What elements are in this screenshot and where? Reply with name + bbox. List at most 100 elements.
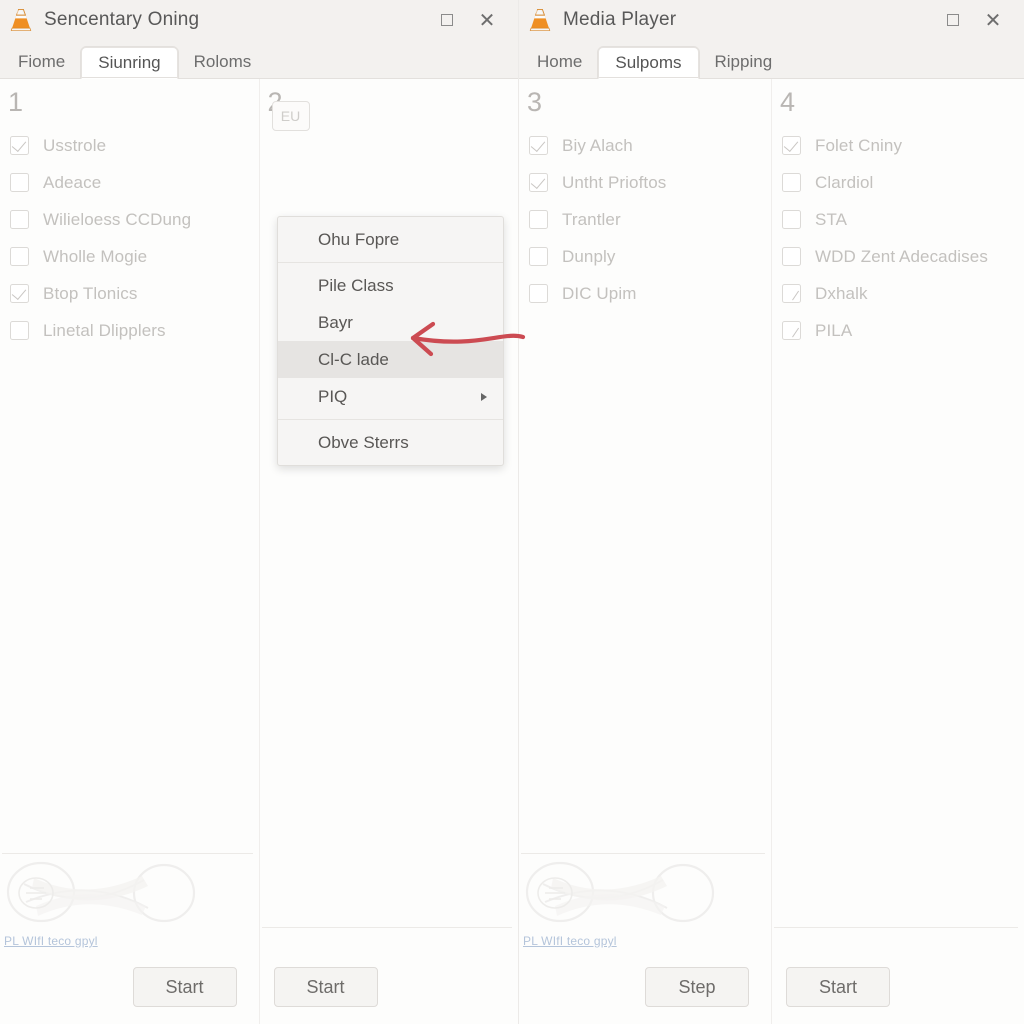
menu-item-clc-lade[interactable]: Cl-C lade bbox=[278, 341, 503, 378]
step-button[interactable]: Step bbox=[645, 967, 749, 1007]
checkbox-icon[interactable] bbox=[10, 210, 29, 229]
footer-spacer bbox=[772, 928, 1024, 950]
start-button[interactable]: Start bbox=[786, 967, 890, 1007]
checkbox-icon[interactable] bbox=[10, 247, 29, 266]
window-sencentary-oning: Sencentary Oning ✕ Fiome Siunring Roloms… bbox=[0, 0, 526, 1024]
checkbox-icon[interactable] bbox=[782, 247, 801, 266]
checkbox-label: Adeace bbox=[43, 172, 102, 192]
tab-roloms[interactable]: Roloms bbox=[178, 46, 268, 78]
checkbox-row[interactable]: Adeace bbox=[10, 164, 259, 201]
menu-item-pile-class[interactable]: Pile Class bbox=[278, 267, 503, 304]
tab-siunring[interactable]: Siunring bbox=[81, 47, 178, 79]
window-title-left: Sencentary Oning bbox=[44, 9, 200, 30]
checkbox-row[interactable]: Trantler bbox=[529, 201, 771, 238]
checkbox-icon[interactable] bbox=[10, 136, 29, 155]
checkbox-icon[interactable] bbox=[529, 247, 548, 266]
checkbox-icon[interactable] bbox=[10, 321, 29, 340]
checkbox-label: PILA bbox=[815, 320, 853, 340]
checkbox-row[interactable]: Wholle Mogie bbox=[10, 238, 259, 275]
checkbox-row[interactable]: Linetal Dlipplers bbox=[10, 312, 259, 349]
close-icon[interactable]: ✕ bbox=[980, 7, 1006, 33]
start-button[interactable]: Start bbox=[132, 967, 237, 1007]
vlc-wordmark-logo bbox=[519, 854, 771, 932]
window-body-right: 3 Biy Alach Untht Prioftos Trantler Dunp… bbox=[519, 79, 1024, 1024]
tab-home[interactable]: Home bbox=[521, 46, 598, 78]
checkbox-label: Clardiol bbox=[815, 172, 874, 192]
menu-item-piq[interactable]: PIQ bbox=[278, 378, 503, 415]
column-4-number: 4 bbox=[780, 87, 796, 117]
checkbox-row[interactable]: DIC Upim bbox=[529, 275, 771, 312]
vlc-wordmark-logo bbox=[0, 854, 259, 932]
checkbox-row[interactable]: Folet Cniny bbox=[782, 127, 1024, 164]
context-menu[interactable]: Ohu Fopre Pile Class Bayr Cl-C lade PIQ … bbox=[277, 216, 504, 466]
vlc-cone-icon bbox=[529, 8, 551, 31]
checkbox-row[interactable]: Untht Prioftos bbox=[529, 164, 771, 201]
footer-link[interactable]: PL WIfI teco gpyl bbox=[0, 934, 98, 948]
tab-fiome[interactable]: Fiome bbox=[2, 46, 81, 78]
menu-separator bbox=[278, 262, 503, 263]
checkbox-row[interactable]: STA bbox=[782, 201, 1024, 238]
checkbox-icon[interactable] bbox=[782, 284, 801, 303]
tabstrip-right: Home Sulpoms Ripping bbox=[519, 40, 1024, 79]
menu-item-bayr[interactable]: Bayr bbox=[278, 304, 503, 341]
checkbox-label: Biy Alach bbox=[562, 135, 633, 155]
maximize-icon[interactable] bbox=[940, 7, 966, 33]
titlebar-left: Sencentary Oning ✕ bbox=[0, 0, 518, 40]
checkbox-label: Dxhalk bbox=[815, 283, 868, 303]
checkbox-icon[interactable] bbox=[529, 136, 548, 155]
checkbox-icon[interactable] bbox=[782, 173, 801, 192]
window-title-right: Media Player bbox=[563, 9, 677, 30]
checkbox-label: Dunply bbox=[562, 246, 616, 266]
column-1-number: 1 bbox=[8, 87, 24, 117]
footer-spacer bbox=[260, 928, 519, 950]
checkbox-label: Linetal Dlipplers bbox=[43, 320, 166, 340]
checkbox-icon[interactable] bbox=[782, 136, 801, 155]
checkbox-row[interactable]: Clardiol bbox=[782, 164, 1024, 201]
checkbox-icon[interactable] bbox=[10, 284, 29, 303]
column-3-footer: РL WIfI teco gpyl Step bbox=[519, 853, 771, 1024]
menu-item-piq-label: PIQ bbox=[318, 386, 348, 406]
tab-ripping[interactable]: Ripping bbox=[699, 46, 789, 78]
start-button[interactable]: Start bbox=[273, 967, 378, 1007]
checkbox-icon[interactable] bbox=[782, 321, 801, 340]
checkbox-row[interactable]: Wilieloess CCDung bbox=[10, 201, 259, 238]
column-4-checklist: Folet Cniny Clardiol STA WDD Zent Adecad… bbox=[772, 127, 1024, 349]
checkbox-icon[interactable] bbox=[529, 284, 548, 303]
window-body-left: 1 Usstrole Adeace Wilieloess CCDung Whol… bbox=[0, 79, 526, 1024]
checkbox-icon[interactable] bbox=[529, 210, 548, 229]
checkbox-label: DIC Upim bbox=[562, 283, 637, 303]
close-icon[interactable]: ✕ bbox=[474, 7, 500, 33]
column-1: 1 Usstrole Adeace Wilieloess CCDung Whol… bbox=[0, 79, 259, 1024]
checkbox-icon[interactable] bbox=[782, 210, 801, 229]
vlc-cone-icon bbox=[10, 8, 32, 31]
column-3-number: 3 bbox=[527, 87, 543, 117]
column-3-button-row: Step bbox=[519, 950, 771, 1024]
checkbox-label: WDD Zent Adecadises bbox=[815, 246, 988, 266]
menu-separator bbox=[278, 419, 503, 420]
checkbox-row[interactable]: Dunply bbox=[529, 238, 771, 275]
checkbox-row[interactable]: Biy Alach bbox=[529, 127, 771, 164]
checkbox-row[interactable]: Dxhalk bbox=[782, 275, 1024, 312]
footer-link[interactable]: РL WIfI teco gpyl bbox=[519, 934, 617, 948]
checkbox-row[interactable]: Btop Tlonics bbox=[10, 275, 259, 312]
checkbox-row[interactable]: WDD Zent Adecadises bbox=[782, 238, 1024, 275]
menu-item-ohu-fopre[interactable]: Ohu Fopre bbox=[278, 221, 503, 258]
checkbox-icon[interactable] bbox=[10, 173, 29, 192]
checkbox-label: Btop Tlonics bbox=[43, 283, 138, 303]
checkbox-row[interactable]: Usstrole bbox=[10, 127, 259, 164]
checkbox-label: Usstrole bbox=[43, 135, 107, 155]
column-1-button-row: Start bbox=[0, 950, 259, 1024]
obscured-widget[interactable]: EU bbox=[271, 101, 310, 131]
window-media-player: Media Player ✕ Home Sulpoms Ripping 3 Bi… bbox=[518, 0, 1024, 1024]
checkbox-label: STA bbox=[815, 209, 848, 229]
maximize-icon[interactable] bbox=[434, 7, 460, 33]
menu-item-obve-sterrs[interactable]: Obve Sterrs bbox=[278, 424, 503, 461]
tab-sulpoms[interactable]: Sulpoms bbox=[598, 47, 699, 79]
desktop-screen: Sencentary Oning ✕ Fiome Siunring Roloms… bbox=[0, 0, 1024, 1024]
column-4-footer: Start bbox=[772, 927, 1024, 1024]
checkbox-icon[interactable] bbox=[529, 173, 548, 192]
checkbox-row[interactable]: PILA bbox=[782, 312, 1024, 349]
titlebar-right: Media Player ✕ bbox=[519, 0, 1024, 40]
checkbox-label: Trantler bbox=[562, 209, 621, 229]
column-2-button-row: Start bbox=[260, 950, 519, 1024]
